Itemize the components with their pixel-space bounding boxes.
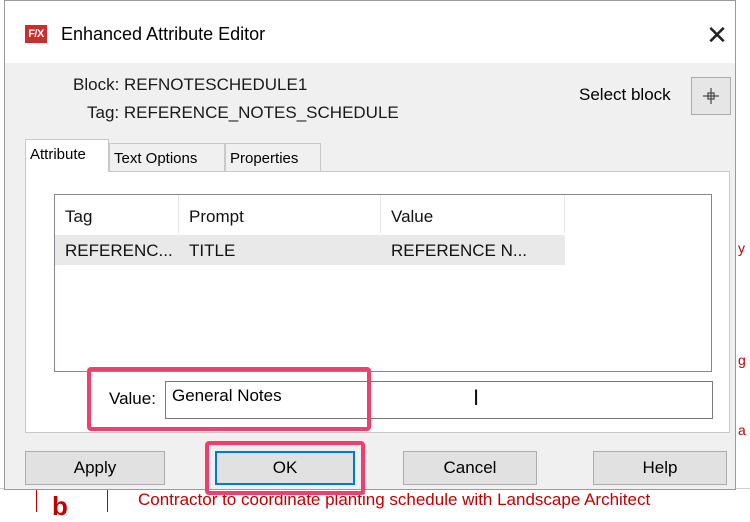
tag-name: Tag: REFERENCE_NOTES_SCHEDULE	[87, 103, 399, 122]
tab-text-options[interactable]: Text Options	[109, 143, 225, 171]
attribute-list[interactable]: Tag Prompt Value REFERENC... TITLE REFER…	[54, 194, 712, 372]
app-icon: F/X	[25, 25, 47, 43]
attribute-editor-dialog: F/X Enhanced Attribute Editor ✕ Block: R…	[4, 0, 736, 495]
window-title: Enhanced Attribute Editor	[61, 24, 266, 44]
help-button[interactable]: Help	[593, 451, 727, 485]
value-highlight-box	[87, 367, 371, 431]
note-number: b	[52, 491, 68, 521]
close-button[interactable]: ✕	[699, 17, 735, 53]
ok-highlight-box	[205, 441, 365, 495]
title-bar[interactable]: F/X Enhanced Attribute Editor ✕	[5, 1, 735, 63]
cell-value: REFERENCE N...	[391, 241, 528, 260]
column-header-tag[interactable]: Tag	[55, 195, 179, 233]
column-header-value[interactable]: Value	[381, 195, 565, 233]
background-drawing-edge: y g a	[736, 0, 750, 511]
cancel-button[interactable]: Cancel	[403, 451, 537, 485]
background-mark: a	[738, 422, 746, 438]
select-block-button[interactable]	[691, 77, 731, 115]
column-header-prompt[interactable]: Prompt	[179, 195, 381, 233]
block-name: Block: REFNOTESCHEDULE1	[73, 75, 308, 94]
background-drawing: b Contractor to coordinate planting sche…	[0, 488, 750, 521]
background-mark: y	[738, 240, 745, 256]
text-cursor-icon: I	[473, 385, 480, 410]
apply-button[interactable]: Apply	[25, 451, 165, 485]
close-icon: ✕	[706, 19, 728, 50]
note-number-box	[36, 489, 108, 512]
tab-attribute[interactable]: Attribute	[25, 139, 109, 172]
crosshair-icon	[703, 88, 719, 104]
background-mark: g	[738, 352, 746, 368]
table-row[interactable]: REFERENC... TITLE REFERENCE N...	[55, 235, 565, 265]
select-block-label: Select block	[579, 85, 671, 104]
tab-properties[interactable]: Properties	[225, 143, 321, 171]
cell-tag: REFERENC...	[65, 241, 173, 260]
cell-prompt: TITLE	[189, 241, 236, 260]
